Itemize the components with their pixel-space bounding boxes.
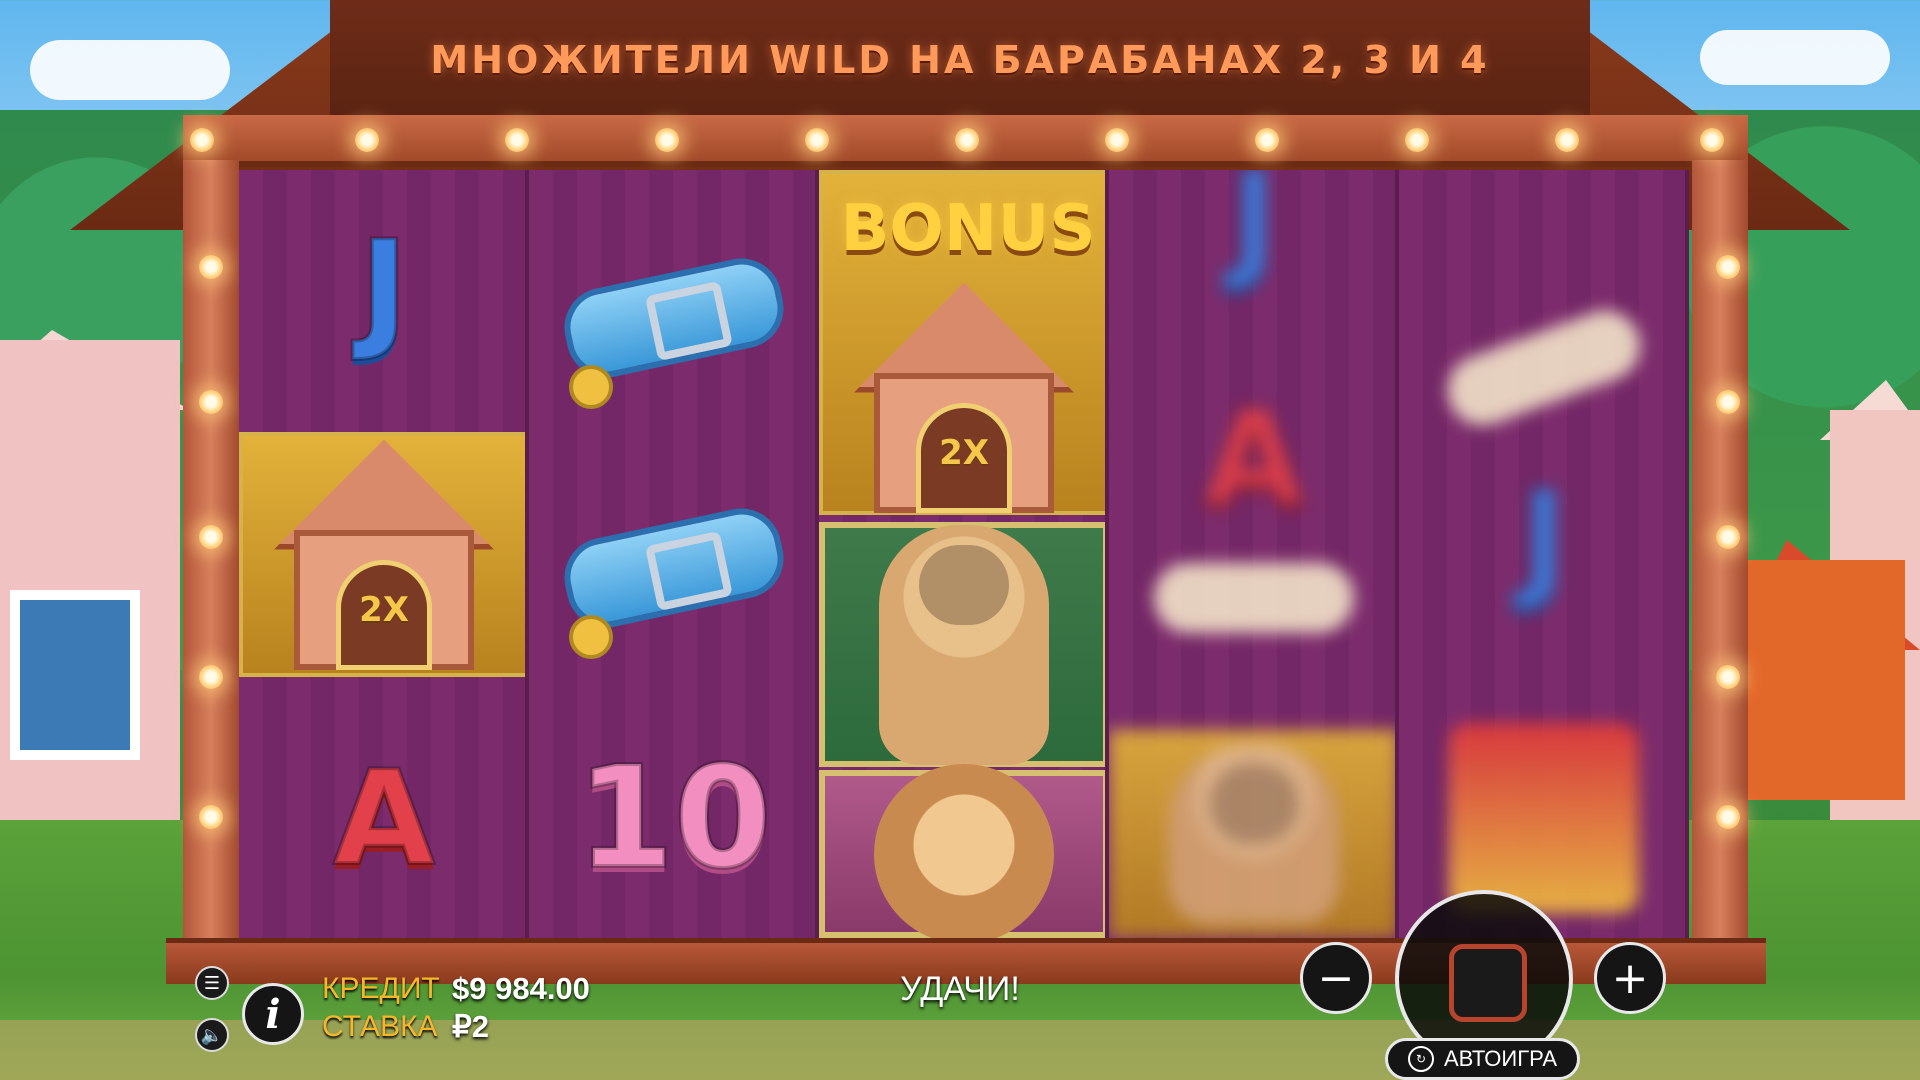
reel-3: BONUS 2X [819,170,1109,938]
info-button[interactable]: i [242,983,304,1045]
bulb [955,128,979,152]
bulb [190,128,214,152]
bet-increase-button[interactable]: + [1594,942,1666,1014]
reel-1: J 2X A [239,170,529,938]
bulb [1716,805,1740,829]
bulb [199,805,223,829]
bulb [805,128,829,152]
symbol-a-label: A [332,740,437,896]
collar-tag-icon [569,365,613,409]
collar-tag-icon [569,615,613,659]
reel-5: J [1399,170,1689,938]
bet-decrease-button[interactable]: − [1300,942,1372,1014]
gift-icon [1449,723,1639,913]
stop-icon [1449,944,1527,1022]
info-icon: i [265,990,281,1038]
symbol-j-label: J [358,210,410,366]
minus-icon: − [1317,952,1355,1004]
bulb [1105,128,1129,152]
speaker-icon: 🔈 [200,1024,224,1046]
autoplay-button[interactable]: ↻ АВТОИГРА [1385,1038,1580,1080]
symbol-ten: 10 [529,690,815,938]
dog-house-icon: 2X [854,282,1074,513]
symbol-j: J [1399,410,1685,666]
bone-icon [1154,563,1354,633]
dog-house-icon: 2X [274,439,494,670]
bulb [1716,255,1740,279]
autoplay-icon: ↻ [1407,1046,1434,1072]
bulb [1716,390,1740,414]
plus-icon: + [1611,952,1649,1004]
bet-label: СТАВКА [322,1010,438,1043]
credit-value: $9 984.00 [452,971,590,1006]
bulb [505,128,529,152]
symbol-pug [819,522,1105,767]
bulb [1700,128,1724,152]
bulb [655,128,679,152]
pug-icon [1169,744,1339,924]
kennel-background [1745,560,1905,800]
sound-button[interactable]: 🔈 [195,1018,229,1052]
game-title: МНОЖИТЕЛИ WILD НА БАРАБАНАХ 2, 3 И 4 [430,38,1490,82]
bulb [199,390,223,414]
symbol-a: A [239,690,525,938]
bulb [1716,665,1740,689]
bonus-label: BONUS [840,192,1096,266]
symbol-pug [1109,730,1395,938]
symbol-j: J [1109,170,1395,346]
house-left-window [10,590,140,760]
symbol-bone [1109,470,1395,726]
pug-icon [879,524,1049,765]
multiplier-label: 2X [939,432,989,473]
bulb [199,665,223,689]
symbol-collar [529,190,815,446]
multiplier-label: 2X [359,589,409,630]
menu-button[interactable]: ☰ [195,966,229,1000]
reel-2: 10 [529,170,819,938]
status-message: УДАЧИ! [900,970,1020,1008]
bulb [1255,128,1279,152]
symbol-yorkie [819,764,1105,938]
symbol-ten-label: 10 [575,735,774,902]
symbol-dog-house-wild: 2X [239,432,525,677]
hamburger-icon: ☰ [203,972,221,994]
symbol-j-label: J [1518,460,1570,616]
symbol-j: J [239,170,525,416]
credit-label: КРЕДИТ [322,972,440,1005]
symbol-j-label: J [1228,170,1280,296]
reel-grid: J 2X A 10 BONUS 2X J A J [239,170,1691,938]
bulb [1405,128,1429,152]
autoplay-label: АВТОИГРА [1443,1046,1558,1071]
bulb [199,525,223,549]
bulb [199,255,223,279]
bulb [355,128,379,152]
bulb [1716,525,1740,549]
symbol-bonus-dog-house: BONUS 2X [819,170,1105,515]
bulb [1555,128,1579,152]
symbol-collar [529,440,815,696]
reel-4: J A [1109,170,1399,938]
yorkie-icon [874,764,1054,938]
bet-value: ₽2 [452,1009,489,1044]
